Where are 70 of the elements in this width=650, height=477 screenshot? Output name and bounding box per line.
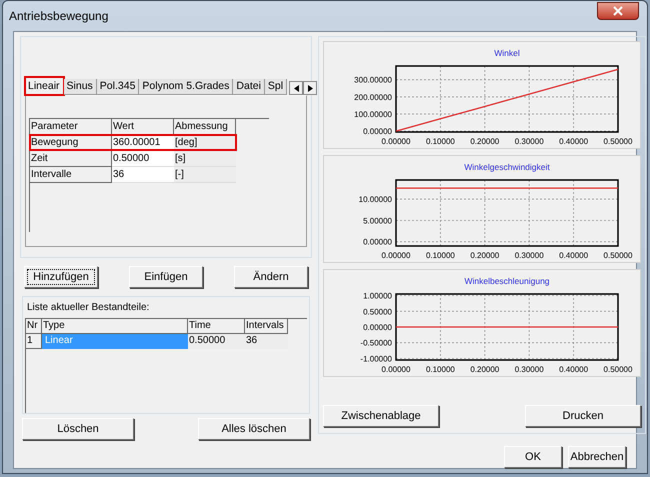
x-tick-label: 0.30000 xyxy=(514,137,544,146)
table-cell[interactable]: 36 xyxy=(112,167,174,183)
chart-title: Winkelgeschwindigkeit xyxy=(464,162,550,172)
tab[interactable]: Pol.345 xyxy=(96,79,140,95)
action-button[interactable]: Zwischenablage xyxy=(323,405,439,427)
dialog-button[interactable]: Abbrechen xyxy=(568,446,626,468)
y-tick-label: 5.00000 xyxy=(363,216,392,226)
window-title: Antriebsbewegung xyxy=(9,8,110,25)
action-button[interactable]: Drucken xyxy=(525,405,641,427)
y-tick-label: 10.00000 xyxy=(358,195,392,204)
x-tick-label: 0.40000 xyxy=(559,137,588,146)
right-arrow-icon xyxy=(308,84,313,92)
x-tick-label: 0.30000 xyxy=(514,251,544,260)
y-tick-label: 0.50000 xyxy=(363,307,392,316)
action-button[interactable]: Alles löschen xyxy=(198,418,310,440)
action-button[interactable]: Hinzufügen xyxy=(24,266,98,288)
list-title: Liste aktueller Bestandteile: xyxy=(26,301,150,315)
x-tick-label: 0.30000 xyxy=(514,365,544,374)
x-tick-label: 0.40000 xyxy=(559,251,588,260)
x-tick-label: 0.40000 xyxy=(559,365,588,374)
column-header: Parameter xyxy=(30,119,112,135)
table-row[interactable]: 1 Linear 0.50000 36 xyxy=(26,334,307,349)
y-tick-label: 200.00000 xyxy=(354,92,392,102)
chart-title: Winkel xyxy=(494,48,520,58)
close-button[interactable] xyxy=(597,2,639,20)
column-header: Wert xyxy=(112,119,174,135)
x-tick-label: 0.00000 xyxy=(382,365,410,374)
tab[interactable]: Lineair xyxy=(25,77,64,95)
x-tick-label: 0.50000 xyxy=(604,365,632,374)
x-tick-label: 0.10000 xyxy=(426,137,455,146)
table-cell[interactable]: 0.50000 xyxy=(112,151,174,167)
x-tick-label: 0.00000 xyxy=(382,251,410,260)
action-button[interactable]: Ändern xyxy=(234,266,308,288)
y-tick-label: 300.00000 xyxy=(354,76,392,85)
chart-title: Winkelbeschleunigung xyxy=(464,276,550,286)
x-tick-label: 0.10000 xyxy=(426,365,455,374)
scroll-right-button[interactable] xyxy=(303,81,318,95)
x-tick-label: 0.20000 xyxy=(470,251,500,260)
action-button[interactable]: Löschen xyxy=(22,418,134,440)
x-tick-label: 0.10000 xyxy=(426,251,455,260)
table-cell: [s] xyxy=(174,151,236,167)
x-tick-label: 0.20000 xyxy=(470,137,500,146)
action-button[interactable]: Einfügen xyxy=(129,266,203,288)
x-tick-label: 0.50000 xyxy=(604,137,632,146)
table-cell: [-] xyxy=(174,167,236,183)
table-cell: Linear xyxy=(42,334,188,349)
table-cell: 36 xyxy=(245,334,288,349)
x-tick-label: 0.20000 xyxy=(470,365,500,374)
tab[interactable]: Datei xyxy=(233,79,265,95)
y-tick-label: 0.00000 xyxy=(363,238,392,247)
left-arrow-icon xyxy=(294,84,299,92)
y-tick-label: 0.00000 xyxy=(363,127,392,136)
column-header: Nr xyxy=(26,319,42,334)
y-tick-label: -1.00000 xyxy=(360,354,392,364)
x-tick-label: 0.00000 xyxy=(382,137,410,146)
tab[interactable]: Spl xyxy=(264,79,288,95)
column-header: Abmessung xyxy=(174,119,236,135)
table-cell: 0.50000 xyxy=(188,334,245,349)
table-cell: Intervalle xyxy=(30,167,112,183)
tab[interactable]: Sinus xyxy=(64,79,97,95)
close-icon xyxy=(613,6,623,16)
x-tick-label: 0.50000 xyxy=(604,251,632,260)
y-tick-label: 1.00000 xyxy=(363,292,392,301)
table-cell: Zeit xyxy=(30,151,112,167)
y-tick-label: 100.00000 xyxy=(354,110,392,119)
y-tick-label: 0.00000 xyxy=(363,323,392,332)
scroll-left-button[interactable] xyxy=(289,81,304,95)
y-tick-label: -0.50000 xyxy=(360,338,392,348)
dialog-button[interactable]: OK xyxy=(504,446,562,468)
tab[interactable]: Polynom 5.Grades xyxy=(139,79,234,95)
